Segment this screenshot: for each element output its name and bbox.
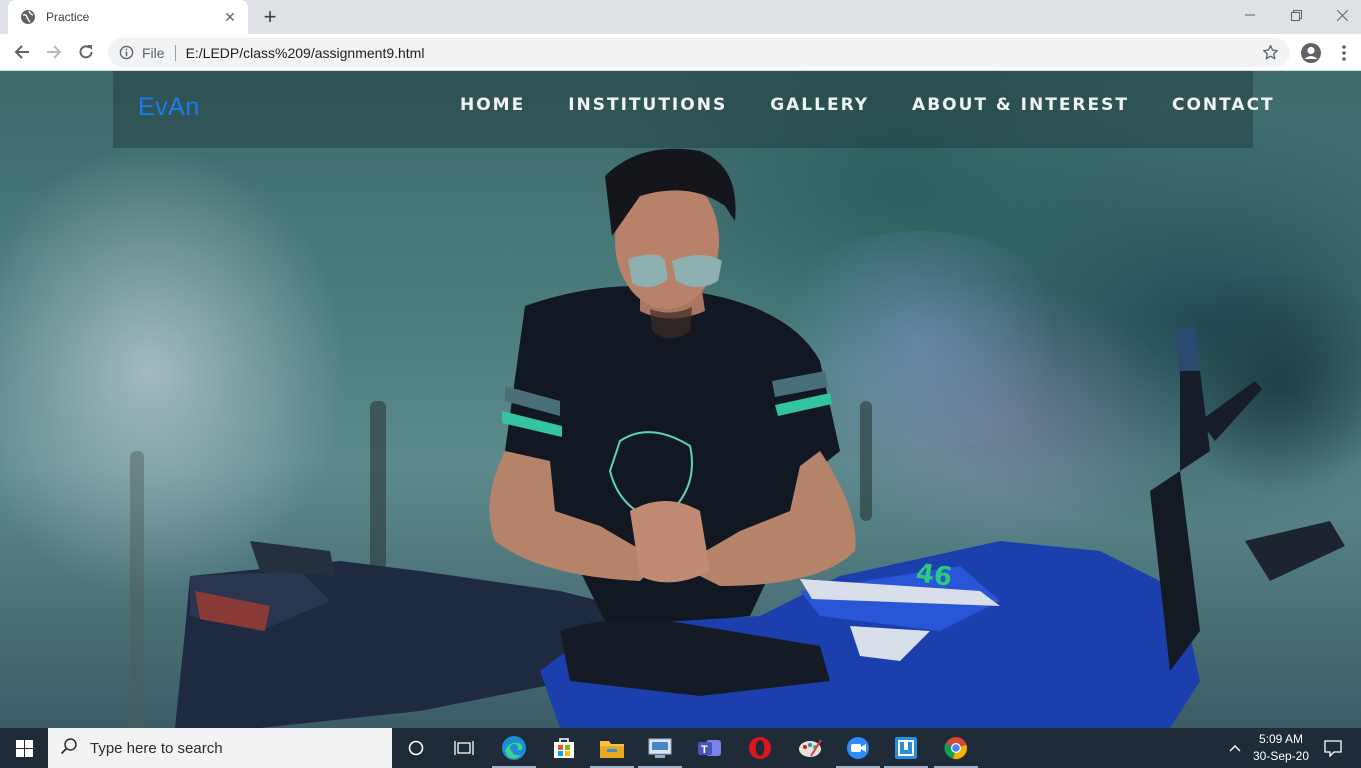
sunglasses-right xyxy=(672,255,722,287)
globe-icon xyxy=(20,9,36,25)
paint-app-icon[interactable] xyxy=(786,728,834,768)
task-view-icon[interactable] xyxy=(440,728,488,768)
minimize-icon[interactable] xyxy=(1227,0,1273,30)
notification-icon[interactable] xyxy=(1318,728,1348,768)
search-icon xyxy=(60,737,78,760)
mirror xyxy=(1245,521,1345,581)
browser-toolbar: File E:/LEDP/class%209/assignment9.html xyxy=(0,34,1361,71)
tank-number: 46 xyxy=(914,558,954,593)
opera-icon[interactable] xyxy=(736,728,784,768)
divider xyxy=(174,44,176,61)
grab-rail xyxy=(250,541,335,576)
taskbar-clock[interactable]: 5:09 AM 30-Sep-20 xyxy=(1248,731,1314,765)
file-explorer-icon[interactable] xyxy=(588,728,636,768)
site-menu: HOME INSTITUTIONS GALLERY ABOUT & INTERE… xyxy=(460,95,1318,115)
nav-about-interest-link[interactable]: ABOUT & INTEREST xyxy=(912,95,1129,115)
close-tab-icon[interactable]: ✕ xyxy=(222,9,238,25)
windows-taskbar: Type here to search T 5:09 AM 30-Sep-20 xyxy=(0,728,1361,768)
handlebar-grip xyxy=(1175,326,1200,376)
nav-contact-link[interactable]: CONTACT xyxy=(1172,95,1275,115)
chrome-icon[interactable] xyxy=(932,728,980,768)
info-icon[interactable] xyxy=(118,45,134,61)
site-brand-logo[interactable]: EvAn xyxy=(138,93,200,122)
address-bar[interactable]: File E:/LEDP/class%209/assignment9.html xyxy=(108,38,1290,67)
reload-icon[interactable] xyxy=(72,38,100,66)
clasped-hands xyxy=(630,501,710,583)
nav-gallery-link[interactable]: GALLERY xyxy=(770,95,869,115)
sunglasses-left xyxy=(628,254,668,288)
clock-time: 5:09 AM xyxy=(1258,732,1304,746)
browser-tab-strip: Practice ✕ + xyxy=(0,0,1361,34)
back-arrow-icon[interactable] xyxy=(8,38,36,66)
hero-photo: 46 xyxy=(175,148,1345,728)
site-navbar: EvAn HOME INSTITUTIONS GALLERY ABOUT & I… xyxy=(113,71,1273,148)
network-app-icon[interactable] xyxy=(636,728,684,768)
page-hero-background: 46 EvAn HOME INSTITUTIONS GALLERY ABOUT … xyxy=(0,71,1361,728)
cortana-icon[interactable] xyxy=(392,728,440,768)
app-icon[interactable] xyxy=(882,728,930,768)
svg-text:T: T xyxy=(701,744,708,756)
url-text[interactable]: E:/LEDP/class%209/assignment9.html xyxy=(186,45,425,61)
browser-tab[interactable]: Practice ✕ xyxy=(8,0,248,34)
close-window-icon[interactable] xyxy=(1319,0,1361,30)
taskbar-search-box[interactable]: Type here to search xyxy=(48,728,392,768)
bookmark-star-icon[interactable] xyxy=(1262,44,1280,62)
tab-title: Practice xyxy=(46,10,90,24)
url-scheme-label: File xyxy=(142,44,165,61)
forward-arrow-icon[interactable] xyxy=(40,38,68,66)
restore-icon[interactable] xyxy=(1273,0,1319,30)
windows-start-icon[interactable] xyxy=(0,728,48,768)
more-menu-icon[interactable] xyxy=(1332,40,1356,66)
search-placeholder: Type here to search xyxy=(90,739,223,757)
brake-lever xyxy=(1200,381,1262,441)
profile-avatar-icon[interactable] xyxy=(1298,40,1324,66)
teams-icon[interactable]: T xyxy=(686,728,734,768)
tray-chevron-up-icon[interactable] xyxy=(1222,728,1248,768)
nav-institutions-link[interactable]: INSTITUTIONS xyxy=(568,95,727,115)
new-tab-button[interactable]: + xyxy=(258,6,282,28)
edge-icon[interactable] xyxy=(490,728,538,768)
zoom-icon[interactable] xyxy=(834,728,882,768)
store-icon[interactable] xyxy=(540,728,588,768)
nav-home-link[interactable]: HOME xyxy=(460,95,525,115)
clock-date: 30-Sep-20 xyxy=(1252,749,1310,763)
